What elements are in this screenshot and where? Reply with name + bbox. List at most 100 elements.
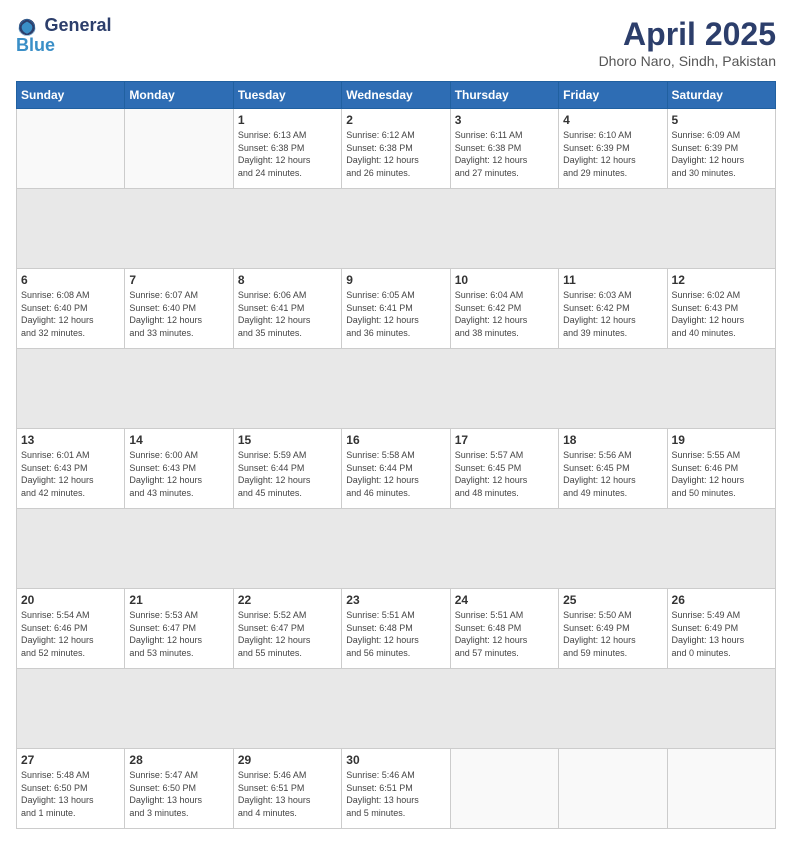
calendar-week-row: 13Sunrise: 6:01 AM Sunset: 6:43 PM Dayli… (17, 429, 776, 509)
day-info: Sunrise: 5:56 AM Sunset: 6:45 PM Dayligh… (563, 449, 662, 499)
calendar-day-cell: 3Sunrise: 6:11 AM Sunset: 6:38 PM Daylig… (450, 109, 558, 189)
calendar-day-cell (559, 749, 667, 829)
day-number: 2 (346, 113, 445, 127)
calendar-day-cell: 18 Sunrise: 5:56 AM Sunset: 6:45 PM Dayli… (559, 429, 667, 509)
day-number: 9 (346, 273, 445, 287)
day-number: 25 (563, 593, 662, 607)
calendar-day-cell: 6 Sunrise: 6:08 AM Sunset: 6:40 PM Daylig… (17, 269, 125, 349)
day-number: 5 (672, 113, 771, 127)
day-number: 14 (129, 433, 228, 447)
day-info: Sunrise: 6:01 AM Sunset: 6:43 PM Dayligh… (21, 449, 120, 499)
weekday-header-cell: Saturday (667, 82, 775, 109)
day-info: Sunrise: 5:59 AM Sunset: 6:44 PM Dayligh… (238, 449, 337, 499)
day-info: Sunrise: 5:52 AM Sunset: 6:47 PM Dayligh… (238, 609, 337, 659)
day-number: 10 (455, 273, 554, 287)
calendar-day-cell: 10 Sunrise: 6:04 AM Sunset: 6:42 PM Dayli… (450, 269, 558, 349)
day-info: Sunrise: 6:07 AM Sunset: 6:40 PM Dayligh… (129, 289, 228, 339)
day-info: Sunrise: 5:57 AM Sunset: 6:45 PM Dayligh… (455, 449, 554, 499)
day-info: Sunrise: 5:46 AM Sunset: 6:51 PM Dayligh… (238, 769, 337, 819)
week-separator-row (17, 669, 776, 749)
day-info: Sunrise: 5:50 AM Sunset: 6:49 PM Dayligh… (563, 609, 662, 659)
day-number: 4 (563, 113, 662, 127)
calendar-body: 1 Sunrise: 6:13 AM Sunset: 6:38 PM Daylig… (17, 109, 776, 829)
day-number: 26 (672, 593, 771, 607)
calendar-day-cell: 16 Sunrise: 5:58 AM Sunset: 6:44 PM Dayli… (342, 429, 450, 509)
calendar-week-row: 1 Sunrise: 6:13 AM Sunset: 6:38 PM Daylig… (17, 109, 776, 189)
calendar-day-cell (17, 109, 125, 189)
day-number: 7 (129, 273, 228, 287)
weekday-header-cell: Monday (125, 82, 233, 109)
calendar-day-cell: 14 Sunrise: 6:00 AM Sunset: 6:43 PM Dayli… (125, 429, 233, 509)
day-number: 29 (238, 753, 337, 767)
day-info: Sunrise: 5:47 AM Sunset: 6:50 PM Dayligh… (129, 769, 228, 819)
month-title: April 2025 (599, 16, 776, 53)
day-info: Sunrise: 5:54 AM Sunset: 6:46 PM Dayligh… (21, 609, 120, 659)
weekday-header-cell: Sunday (17, 82, 125, 109)
day-number: 23 (346, 593, 445, 607)
day-info: Sunrise: 6:11 AM Sunset: 6:38 PM Dayligh… (455, 129, 554, 179)
weekday-header-cell: Wednesday (342, 82, 450, 109)
day-number: 11 (563, 273, 662, 287)
day-info: Sunrise: 5:51 AM Sunset: 6:48 PM Dayligh… (346, 609, 445, 659)
calendar-day-cell: 29 Sunrise: 5:46 AM Sunset: 6:51 PM Dayli… (233, 749, 341, 829)
calendar-day-cell: 25 Sunrise: 5:50 AM Sunset: 6:49 PM Dayli… (559, 589, 667, 669)
calendar-day-cell: 5 Sunrise: 6:09 AM Sunset: 6:39 PM Daylig… (667, 109, 775, 189)
calendar-day-cell: 15 Sunrise: 5:59 AM Sunset: 6:44 PM Dayli… (233, 429, 341, 509)
day-number: 1 (238, 113, 337, 127)
calendar-week-row: 20 Sunrise: 5:54 AM Sunset: 6:46 PM Dayli… (17, 589, 776, 669)
calendar-day-cell: 28 Sunrise: 5:47 AM Sunset: 6:50 PM Dayli… (125, 749, 233, 829)
calendar-day-cell: 30Sunrise: 5:46 AM Sunset: 6:51 PM Dayli… (342, 749, 450, 829)
day-info: Sunrise: 6:05 AM Sunset: 6:41 PM Dayligh… (346, 289, 445, 339)
calendar-day-cell: 26 Sunrise: 5:49 AM Sunset: 6:49 PM Dayli… (667, 589, 775, 669)
day-number: 12 (672, 273, 771, 287)
calendar-day-cell: 13Sunrise: 6:01 AM Sunset: 6:43 PM Dayli… (17, 429, 125, 509)
day-number: 27 (21, 753, 120, 767)
calendar-day-cell: 7 Sunrise: 6:07 AM Sunset: 6:40 PM Daylig… (125, 269, 233, 349)
week-separator-cell (17, 349, 776, 429)
calendar-day-cell: 17Sunrise: 5:57 AM Sunset: 6:45 PM Dayli… (450, 429, 558, 509)
day-info: Sunrise: 5:55 AM Sunset: 6:46 PM Dayligh… (672, 449, 771, 499)
weekday-header-cell: Tuesday (233, 82, 341, 109)
week-separator-row (17, 189, 776, 269)
day-info: Sunrise: 6:12 AM Sunset: 6:38 PM Dayligh… (346, 129, 445, 179)
day-number: 19 (672, 433, 771, 447)
calendar-week-row: 6 Sunrise: 6:08 AM Sunset: 6:40 PM Daylig… (17, 269, 776, 349)
calendar-day-cell: 20 Sunrise: 5:54 AM Sunset: 6:46 PM Dayli… (17, 589, 125, 669)
day-info: Sunrise: 6:09 AM Sunset: 6:39 PM Dayligh… (672, 129, 771, 179)
day-info: Sunrise: 6:03 AM Sunset: 6:42 PM Dayligh… (563, 289, 662, 339)
day-number: 15 (238, 433, 337, 447)
day-number: 20 (21, 593, 120, 607)
calendar-day-cell (125, 109, 233, 189)
calendar-day-cell: 27 Sunrise: 5:48 AM Sunset: 6:50 PM Dayli… (17, 749, 125, 829)
day-info: Sunrise: 6:04 AM Sunset: 6:42 PM Dayligh… (455, 289, 554, 339)
day-number: 6 (21, 273, 120, 287)
day-number: 16 (346, 433, 445, 447)
calendar-day-cell (450, 749, 558, 829)
day-info: Sunrise: 6:10 AM Sunset: 6:39 PM Dayligh… (563, 129, 662, 179)
calendar-day-cell (667, 749, 775, 829)
week-separator-row (17, 509, 776, 589)
day-info: Sunrise: 6:00 AM Sunset: 6:43 PM Dayligh… (129, 449, 228, 499)
day-info: Sunrise: 5:48 AM Sunset: 6:50 PM Dayligh… (21, 769, 120, 819)
title-area: April 2025 Dhoro Naro, Sindh, Pakistan (599, 16, 776, 69)
day-number: 21 (129, 593, 228, 607)
calendar-day-cell: 12Sunrise: 6:02 AM Sunset: 6:43 PM Dayli… (667, 269, 775, 349)
day-info: Sunrise: 5:49 AM Sunset: 6:49 PM Dayligh… (672, 609, 771, 659)
day-info: Sunrise: 6:08 AM Sunset: 6:40 PM Dayligh… (21, 289, 120, 339)
calendar-day-cell: 21 Sunrise: 5:53 AM Sunset: 6:47 PM Dayli… (125, 589, 233, 669)
day-info: Sunrise: 5:46 AM Sunset: 6:51 PM Dayligh… (346, 769, 445, 819)
day-info: Sunrise: 6:13 AM Sunset: 6:38 PM Dayligh… (238, 129, 337, 179)
calendar-day-cell: 22Sunrise: 5:52 AM Sunset: 6:47 PM Dayli… (233, 589, 341, 669)
day-number: 24 (455, 593, 554, 607)
logo: GeneralBlue (16, 16, 112, 56)
calendar-day-cell: 19 Sunrise: 5:55 AM Sunset: 6:46 PM Dayli… (667, 429, 775, 509)
calendar-day-cell: 1 Sunrise: 6:13 AM Sunset: 6:38 PM Daylig… (233, 109, 341, 189)
calendar-day-cell: 2 Sunrise: 6:12 AM Sunset: 6:38 PM Daylig… (342, 109, 450, 189)
day-number: 28 (129, 753, 228, 767)
day-info: Sunrise: 5:53 AM Sunset: 6:47 PM Dayligh… (129, 609, 228, 659)
calendar-day-cell: 24Sunrise: 5:51 AM Sunset: 6:48 PM Dayli… (450, 589, 558, 669)
weekday-header-cell: Friday (559, 82, 667, 109)
day-number: 8 (238, 273, 337, 287)
day-number: 18 (563, 433, 662, 447)
day-info: Sunrise: 5:58 AM Sunset: 6:44 PM Dayligh… (346, 449, 445, 499)
